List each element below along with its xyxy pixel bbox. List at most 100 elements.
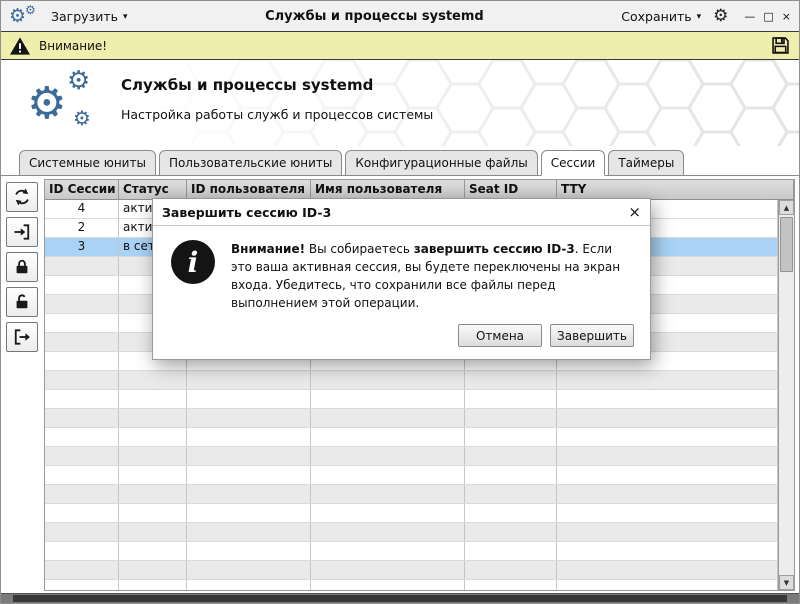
column-header-user-id[interactable]: ID пользователя [187, 180, 311, 199]
cell-empty [45, 352, 119, 370]
cell-empty [311, 561, 465, 579]
table-row-empty[interactable] [45, 428, 778, 447]
chevron-down-icon: ▾ [697, 12, 702, 22]
page-subtitle: Настройка работы служб и процессов систе… [121, 107, 433, 122]
tab-timers[interactable]: Таймеры [608, 150, 684, 176]
table-row-empty[interactable] [45, 485, 778, 504]
cell-empty [45, 485, 119, 503]
activate-session-button[interactable] [6, 217, 38, 247]
table-row-empty[interactable] [45, 390, 778, 409]
minimize-button[interactable]: — [744, 10, 755, 23]
gear-icon: ⚙ [9, 7, 26, 26]
cell-empty [45, 447, 119, 465]
unlock-session-button[interactable] [6, 287, 38, 317]
refresh-button[interactable] [6, 182, 38, 212]
cell-empty [187, 580, 311, 590]
cell-empty [187, 485, 311, 503]
session-toolbar [3, 179, 41, 591]
save-menu-label: Сохранить [621, 9, 691, 24]
table-row-empty[interactable] [45, 466, 778, 485]
column-header-username[interactable]: Имя пользователя [311, 180, 465, 199]
column-header-status[interactable]: Статус [119, 180, 187, 199]
cancel-button[interactable]: Отмена [458, 324, 542, 347]
cell-empty [119, 580, 187, 590]
cell-empty [557, 523, 778, 541]
info-icon: i [171, 240, 215, 284]
load-menu-button[interactable]: Загрузить ▾ [51, 9, 128, 24]
cell-empty [45, 276, 119, 294]
confirm-terminate-button[interactable]: Завершить [550, 324, 634, 347]
cell-empty [465, 523, 557, 541]
cell-empty [465, 371, 557, 389]
table-row-empty[interactable] [45, 447, 778, 466]
cell-empty [187, 447, 311, 465]
cell-empty [465, 466, 557, 484]
cell-empty [119, 428, 187, 446]
dialog-body: i Внимание! Вы собираетесь завершить сес… [153, 226, 650, 320]
tab-system-units[interactable]: Системные юниты [19, 150, 156, 176]
scroll-up-button[interactable]: ▲ [779, 200, 794, 215]
table-row-empty[interactable] [45, 561, 778, 580]
table-row-empty[interactable] [45, 523, 778, 542]
cell-session-id: 4 [45, 200, 119, 218]
cell-empty [187, 428, 311, 446]
tab-user-units[interactable]: Пользовательские юниты [159, 150, 342, 176]
save-floppy-icon[interactable] [770, 35, 791, 56]
cell-empty [45, 390, 119, 408]
cell-empty [45, 371, 119, 389]
hscrollbar-thumb[interactable] [13, 595, 787, 602]
cell-empty [465, 542, 557, 560]
cell-empty [557, 447, 778, 465]
cell-empty [119, 561, 187, 579]
cell-empty [187, 504, 311, 522]
tab-config-files[interactable]: Конфигурационные файлы [345, 150, 537, 176]
app-gears-icon: ⚙ ⚙ [9, 3, 39, 29]
warning-bar: Внимание! [1, 31, 799, 60]
table-row-empty[interactable] [45, 409, 778, 428]
cell-empty [557, 390, 778, 408]
cell-empty [45, 523, 119, 541]
cell-empty [119, 542, 187, 560]
tab-sessions[interactable]: Сессии [541, 150, 606, 176]
cell-empty [45, 466, 119, 484]
maximize-button[interactable]: □ [763, 10, 773, 23]
table-row-empty[interactable] [45, 542, 778, 561]
scroll-down-button[interactable]: ▼ [779, 575, 794, 590]
load-menu-label: Загрузить [51, 9, 118, 24]
cell-empty [119, 390, 187, 408]
column-header-session-id[interactable]: ID Сессии [45, 180, 119, 199]
refresh-icon [12, 187, 32, 207]
chevron-down-icon: ▾ [123, 12, 128, 22]
lock-session-button[interactable] [6, 252, 38, 282]
vertical-scrollbar[interactable]: ▲ ▼ [778, 200, 794, 590]
cell-empty [187, 542, 311, 560]
cell-empty [557, 504, 778, 522]
column-header-seat-id[interactable]: Seat ID [465, 180, 557, 199]
cell-empty [557, 580, 778, 590]
save-menu-button[interactable]: Сохранить ▾ [621, 9, 701, 24]
gear-icon: ⚙ [73, 108, 91, 128]
settings-gear-button[interactable]: ⚙ [713, 6, 728, 26]
cell-empty [119, 447, 187, 465]
terminate-session-button[interactable] [6, 322, 38, 352]
cell-session-id: 2 [45, 219, 119, 237]
cell-empty [119, 504, 187, 522]
tab-bar: Системные юниты Пользовательские юниты К… [1, 146, 799, 176]
cell-empty [187, 409, 311, 427]
close-button[interactable]: × [782, 10, 791, 23]
horizontal-scrollbar[interactable] [1, 593, 799, 603]
cell-session-id: 3 [45, 238, 119, 256]
cell-empty [45, 580, 119, 590]
table-row-empty[interactable] [45, 371, 778, 390]
scrollbar-thumb[interactable] [780, 217, 793, 272]
dialog-close-button[interactable]: × [628, 203, 641, 221]
table-row-empty[interactable] [45, 504, 778, 523]
column-header-tty[interactable]: TTY [557, 180, 794, 199]
table-row-empty[interactable] [45, 580, 778, 590]
cell-empty [311, 466, 465, 484]
cell-empty [311, 409, 465, 427]
dialog-message: Внимание! Вы собираетесь завершить сесси… [231, 240, 634, 312]
cell-empty [465, 390, 557, 408]
gear-icon: ⚙ [25, 4, 36, 16]
dialog-title: Завершить сессию ID-3 [162, 205, 331, 220]
